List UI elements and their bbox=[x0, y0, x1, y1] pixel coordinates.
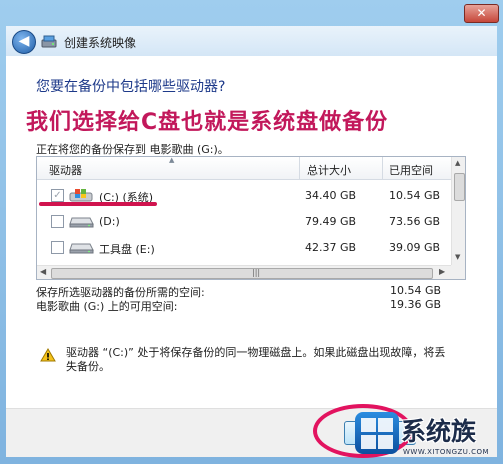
column-divider bbox=[299, 157, 300, 179]
warning-message: 驱动器 “(C:)” 处于将保存备份的同一物理磁盘上。如果此磁盘出现故障，将丢失… bbox=[66, 346, 446, 373]
watermark-url: WWW.XITONGZU.COM bbox=[403, 448, 490, 456]
drive-row-e[interactable]: 工具盘 (E:) 42.37 GB 39.09 GB bbox=[37, 233, 451, 259]
column-header-used-space[interactable]: 已用空间 bbox=[389, 162, 433, 178]
drive-name: 工具盘 (E:) bbox=[99, 243, 155, 256]
sort-up-icon: ▲ bbox=[169, 156, 175, 164]
drive-list-header: ▲ 驱动器 总计大小 已用空间 bbox=[37, 157, 451, 180]
save-destination-text: 正在将您的备份保存到 电影歌曲 (G:)。 bbox=[36, 143, 229, 156]
drive-name: (D:) bbox=[99, 215, 120, 228]
windows-logo-icon bbox=[355, 412, 399, 454]
required-space-value: 10.54 GB bbox=[390, 284, 442, 297]
watermark-brand: 系统族 bbox=[401, 417, 477, 446]
close-button[interactable]: ✕ bbox=[464, 4, 499, 23]
watermark: 系统族 WWW.XITONGZU.COM bbox=[355, 412, 500, 460]
title-bar: ◀ 创建系统映像 bbox=[6, 26, 497, 56]
drive-checkbox-d[interactable] bbox=[51, 215, 64, 228]
back-button[interactable]: ◀ bbox=[12, 30, 36, 54]
logo-pane bbox=[378, 435, 393, 449]
backup-app-icon bbox=[41, 35, 57, 48]
scroll-grip-icon: ||| bbox=[252, 268, 261, 277]
available-space-value: 19.36 GB bbox=[390, 298, 442, 311]
column-divider bbox=[382, 157, 383, 179]
hard-drive-icon bbox=[69, 243, 94, 254]
logo-pane bbox=[378, 418, 393, 432]
logo-pane bbox=[361, 418, 376, 432]
drive-total-size: 42.37 GB bbox=[305, 241, 357, 254]
column-header-total-size[interactable]: 总计大小 bbox=[307, 162, 351, 178]
scrollbar-corner bbox=[451, 265, 465, 279]
scroll-up-icon[interactable]: ▲ bbox=[455, 159, 460, 167]
drive-total-size: 34.40 GB bbox=[305, 189, 357, 202]
drive-used-space: 73.56 GB bbox=[389, 215, 441, 228]
scroll-down-icon[interactable]: ▼ bbox=[455, 253, 460, 261]
annotation-overlay: 我们选择给C盘也就是系统盘做备份 bbox=[26, 110, 389, 135]
drive-used-space: 10.54 GB bbox=[389, 189, 441, 202]
scroll-right-icon[interactable]: ▶ bbox=[439, 267, 445, 276]
drive-row-d[interactable]: (D:) 79.49 GB 73.56 GB bbox=[37, 207, 451, 233]
annotation-underline bbox=[39, 202, 157, 206]
drive-used-space: 39.09 GB bbox=[389, 241, 441, 254]
column-header-drive[interactable]: 驱动器 bbox=[49, 162, 82, 178]
back-arrow-icon: ◀ bbox=[18, 33, 30, 49]
vertical-scroll-thumb[interactable] bbox=[454, 173, 465, 201]
windows-drive-icon bbox=[69, 189, 93, 202]
drive-checkbox-e[interactable] bbox=[51, 241, 64, 254]
available-space-label: 电影歌曲 (G:) 上的可用空间: bbox=[36, 300, 178, 313]
content-area: 您要在备份中包括哪些驱动器? 我们选择给C盘也就是系统盘做备份 正在将您的备份保… bbox=[6, 56, 497, 457]
hard-drive-icon bbox=[69, 217, 94, 228]
page-question: 您要在备份中包括哪些驱动器? bbox=[36, 79, 226, 95]
drive-checkbox-c: ✓ bbox=[51, 189, 64, 202]
horizontal-scroll-thumb[interactable]: ||| bbox=[51, 268, 433, 279]
scroll-left-icon[interactable]: ◀ bbox=[40, 267, 46, 276]
window-title: 创建系统映像 bbox=[64, 36, 137, 50]
horizontal-scrollbar[interactable]: ◀ ||| ▶ bbox=[37, 265, 451, 279]
logo-pane bbox=[361, 435, 376, 449]
vertical-scrollbar[interactable]: ▲ ▼ bbox=[451, 157, 465, 265]
drive-list: ▲ 驱动器 总计大小 已用空间 ✓ (C:) (系统) 34.40 GB 10.… bbox=[36, 156, 466, 280]
warning-icon bbox=[40, 348, 56, 362]
drive-total-size: 79.49 GB bbox=[305, 215, 357, 228]
